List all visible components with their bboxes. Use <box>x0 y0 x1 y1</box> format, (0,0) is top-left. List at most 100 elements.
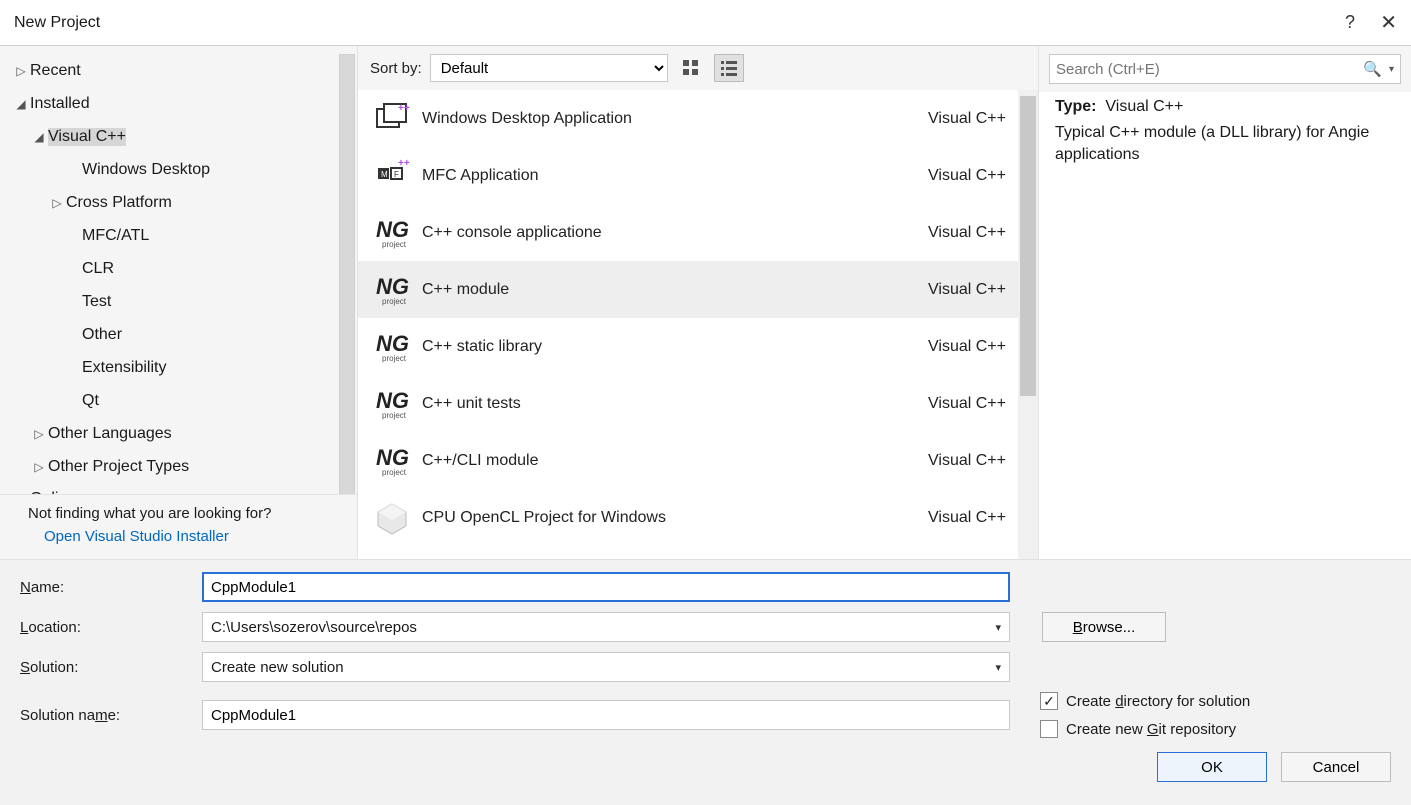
solution-combo[interactable]: Create new solution ▾ <box>202 652 1010 682</box>
chevron-right-icon: ▷ <box>12 492 30 494</box>
template-row[interactable]: CPU OpenCL Project for WindowsVisual C++ <box>358 489 1038 546</box>
tree-node-mfc-atl[interactable]: MFC/ATL <box>0 219 357 252</box>
tree-scrollbar[interactable] <box>339 54 355 494</box>
template-row[interactable]: NGprojectC++ unit testsVisual C++ <box>358 375 1038 432</box>
solution-label: Solution: <box>20 659 192 676</box>
template-row[interactable]: ++Windows Desktop ApplicationVisual C++ <box>358 90 1038 147</box>
chevron-right-icon: ▷ <box>12 64 30 78</box>
sort-by-select[interactable]: Default <box>430 54 668 82</box>
checkbox-icon: ✓ <box>1040 692 1058 710</box>
tree-node-windows-desktop[interactable]: Windows Desktop <box>0 153 357 186</box>
tree-label: Other Project Types <box>48 458 189 476</box>
tree-node-extensibility[interactable]: Extensibility <box>0 351 357 384</box>
template-icon: MF++ <box>370 154 414 198</box>
template-icon: NGproject <box>370 325 414 369</box>
titlebar: New Project ? ✕ <box>0 0 1411 46</box>
tree-label: CLR <box>82 260 114 278</box>
template-row[interactable]: NGprojectC++ static libraryVisual C++ <box>358 318 1038 375</box>
view-list-button[interactable] <box>714 54 744 82</box>
solution-name-label: Solution name: <box>20 707 192 724</box>
tree-node-installed[interactable]: ◢ Installed <box>0 87 357 120</box>
description-body: Typical C++ module (a DLL library) for A… <box>1055 122 1395 165</box>
view-grid-button[interactable] <box>676 54 706 82</box>
svg-text:M: M <box>381 170 388 179</box>
template-scrollbar[interactable] <box>1018 90 1038 559</box>
template-row[interactable]: NGprojectC++/CLI moduleVisual C++ <box>358 432 1038 489</box>
svg-text:project: project <box>382 468 407 477</box>
template-list[interactable]: ++ Windows Desktop Application Visual C++ M… <box>358 90 1038 559</box>
sort-by-label: Sort by: <box>370 60 422 77</box>
name-label: Name: <box>20 579 192 596</box>
chevron-down-icon: ◢ <box>12 97 30 111</box>
type-label: Type: <box>1055 98 1096 115</box>
tree-node-qt[interactable]: Qt <box>0 384 357 417</box>
tree-label: Visual C++ <box>48 128 126 146</box>
close-icon[interactable]: ✕ <box>1380 10 1397 35</box>
chevron-down-icon: ▾ <box>995 661 1001 674</box>
search-box[interactable]: 🔍 ▾ <box>1049 54 1401 84</box>
chevron-right-icon: ▷ <box>30 460 48 474</box>
svg-text:project: project <box>382 411 407 420</box>
search-icon[interactable]: 🔍 <box>1360 60 1385 78</box>
open-installer-link[interactable]: Open Visual Studio Installer <box>28 528 339 545</box>
category-tree[interactable]: ▷ Recent ◢ Installed ◢ Visual C++ Window… <box>0 46 357 494</box>
checkbox-icon <box>1040 720 1058 738</box>
tree-label: Windows Desktop <box>82 161 210 179</box>
svg-text:project: project <box>382 354 407 363</box>
template-icon: ++ <box>370 97 414 141</box>
solution-name-input[interactable] <box>202 700 1010 730</box>
template-icon: NGproject <box>370 211 414 255</box>
solution-value: Create new solution <box>211 659 344 676</box>
template-name: C++ module <box>422 281 928 299</box>
tree-node-online[interactable]: ▷ Online <box>0 489 357 494</box>
template-row[interactable]: NGprojectC++ moduleVisual C++ <box>358 261 1038 318</box>
svg-text:NG: NG <box>376 217 409 242</box>
tree-node-test[interactable]: Test <box>0 285 357 318</box>
template-icon: NGproject <box>370 382 414 426</box>
tree-label: Qt <box>82 392 99 410</box>
chevron-down-icon: ◢ <box>30 130 48 144</box>
name-input[interactable] <box>202 572 1010 602</box>
location-label: Location: <box>20 619 192 636</box>
tree-label: Other Languages <box>48 425 172 443</box>
ok-button[interactable]: OK <box>1157 752 1267 782</box>
tree-node-other-project-types[interactable]: ▷ Other Project Types <box>0 450 357 483</box>
tree-node-recent[interactable]: ▷ Recent <box>0 54 357 87</box>
search-dropdown-icon[interactable]: ▾ <box>1385 64 1394 75</box>
svg-text:project: project <box>382 297 407 306</box>
hint-text: Not finding what you are looking for? <box>28 505 339 522</box>
create-directory-checkbox[interactable]: ✓ Create directory for solution <box>1040 692 1391 710</box>
tree-node-clr[interactable]: CLR <box>0 252 357 285</box>
help-icon[interactable]: ? <box>1345 12 1355 33</box>
search-input[interactable] <box>1056 61 1360 78</box>
svg-text:NG: NG <box>376 274 409 299</box>
template-language: Visual C++ <box>928 338 1006 356</box>
tree-label: Other <box>82 326 122 344</box>
tree-label: Installed <box>30 95 90 113</box>
description-pane: 🔍 ▾ Type: Visual C++ Typical C++ module … <box>1038 46 1411 559</box>
template-row[interactable]: NGprojectC++ console applicationeVisual … <box>358 204 1038 261</box>
tree-node-visual-cpp[interactable]: ◢ Visual C++ <box>0 120 357 153</box>
template-language: Visual C++ <box>928 224 1006 242</box>
template-name: Windows Desktop Application <box>422 110 928 128</box>
template-name: MFC Application <box>422 167 928 185</box>
chevron-down-icon: ▾ <box>995 621 1001 634</box>
main-area: ▷ Recent ◢ Installed ◢ Visual C++ Window… <box>0 46 1411 559</box>
tree-label: Extensibility <box>82 359 166 377</box>
create-git-checkbox[interactable]: Create new Git repository <box>1040 720 1391 738</box>
template-name: C++/CLI module <box>422 452 928 470</box>
template-icon <box>370 496 414 540</box>
cancel-button[interactable]: Cancel <box>1281 752 1391 782</box>
type-value: Visual C++ <box>1105 98 1183 115</box>
svg-text:NG: NG <box>376 388 409 413</box>
tree-label: Test <box>82 293 111 311</box>
tree-node-other[interactable]: Other <box>0 318 357 351</box>
tree-label: Recent <box>30 62 81 80</box>
browse-button[interactable]: Browse... <box>1042 612 1166 642</box>
template-row[interactable]: MF++MFC ApplicationVisual C++ <box>358 147 1038 204</box>
tree-node-cross-platform[interactable]: ▷ Cross Platform <box>0 186 357 219</box>
template-language: Visual C++ <box>928 395 1006 413</box>
svg-text:++: ++ <box>398 158 410 169</box>
tree-node-other-languages[interactable]: ▷ Other Languages <box>0 417 357 450</box>
location-combo[interactable]: C:\Users\sozerov\source\repos ▾ <box>202 612 1010 642</box>
